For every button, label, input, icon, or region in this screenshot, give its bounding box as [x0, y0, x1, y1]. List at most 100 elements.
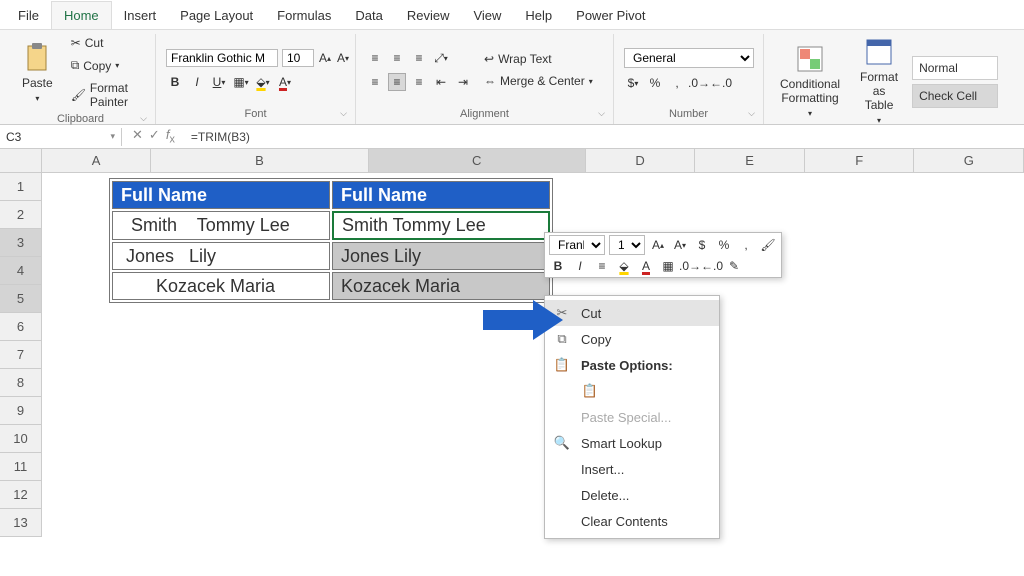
- number-format-combo[interactable]: General: [624, 48, 754, 68]
- table-cell[interactable]: Kozacek Maria: [332, 272, 550, 300]
- mini-inc-decimal[interactable]: .0→: [681, 257, 699, 275]
- ctx-smart-lookup[interactable]: 🔍Smart Lookup: [545, 430, 719, 456]
- ctx-copy[interactable]: ⧉Copy: [545, 326, 719, 352]
- align-bottom-button[interactable]: ≡: [410, 49, 428, 67]
- row-10[interactable]: 10: [0, 425, 42, 453]
- col-b[interactable]: B: [151, 149, 368, 173]
- row-13[interactable]: 13: [0, 509, 42, 537]
- paste-button[interactable]: Paste ▾: [16, 38, 59, 107]
- mini-borders[interactable]: ▦: [659, 257, 677, 275]
- format-as-table-button[interactable]: Format as Table▾: [854, 34, 904, 129]
- align-left-button[interactable]: ≡: [366, 73, 384, 91]
- comma-button[interactable]: ,: [668, 74, 686, 92]
- mini-decrease-font[interactable]: A▾: [671, 236, 689, 254]
- row-11[interactable]: 11: [0, 453, 42, 481]
- borders-button[interactable]: ▦▾: [232, 73, 250, 91]
- align-right-button[interactable]: ≡: [410, 73, 428, 91]
- col-c[interactable]: C: [369, 149, 586, 173]
- font-size-combo[interactable]: [282, 49, 314, 67]
- mini-bold[interactable]: B: [549, 257, 567, 275]
- conditional-formatting-button[interactable]: Conditional Formatting▾: [774, 41, 846, 122]
- row-4[interactable]: 4: [0, 257, 42, 285]
- align-middle-button[interactable]: ≡: [388, 49, 406, 67]
- col-g[interactable]: G: [914, 149, 1024, 173]
- inc-decimal-button[interactable]: .0→: [690, 74, 708, 92]
- cancel-formula-button[interactable]: ✕: [132, 127, 143, 146]
- col-e[interactable]: E: [695, 149, 805, 173]
- fx-button[interactable]: fx: [166, 127, 175, 146]
- mini-currency[interactable]: $: [693, 236, 711, 254]
- tab-power-pivot[interactable]: Power Pivot: [564, 2, 657, 29]
- increase-indent-button[interactable]: ⇥: [454, 73, 472, 91]
- bold-button[interactable]: B: [166, 73, 184, 91]
- row-9[interactable]: 9: [0, 397, 42, 425]
- tab-page-layout[interactable]: Page Layout: [168, 2, 265, 29]
- name-box[interactable]: C3▾: [0, 128, 122, 146]
- mini-italic[interactable]: I: [571, 257, 589, 275]
- decrease-indent-button[interactable]: ⇤: [432, 73, 450, 91]
- row-2[interactable]: 2: [0, 201, 42, 229]
- percent-button[interactable]: %: [646, 74, 664, 92]
- currency-button[interactable]: $▾: [624, 74, 642, 92]
- row-3[interactable]: 3: [0, 229, 42, 257]
- row-7[interactable]: 7: [0, 341, 42, 369]
- spreadsheet-grid[interactable]: A B C D E F G 12345678910111213 Full Nam…: [0, 149, 1024, 173]
- col-f[interactable]: F: [805, 149, 915, 173]
- mini-font-color[interactable]: A: [637, 257, 655, 275]
- formula-input[interactable]: =TRIM(B3): [185, 128, 1024, 146]
- tab-file[interactable]: File: [6, 2, 51, 29]
- tab-formulas[interactable]: Formulas: [265, 2, 343, 29]
- table-header[interactable]: Full Name: [332, 181, 550, 209]
- increase-font-button[interactable]: A▴: [318, 49, 332, 67]
- tab-view[interactable]: View: [461, 2, 513, 29]
- mini-format-painter[interactable]: ✎: [725, 257, 743, 275]
- mini-dec-decimal[interactable]: ←.0: [703, 257, 721, 275]
- ctx-cut[interactable]: ✂Cut: [545, 300, 719, 326]
- align-top-button[interactable]: ≡: [366, 49, 384, 67]
- select-all-corner[interactable]: [0, 149, 42, 173]
- mini-fill-color[interactable]: ⬙: [615, 257, 633, 275]
- ctx-insert[interactable]: Insert...: [545, 456, 719, 482]
- mini-increase-font[interactable]: A▴: [649, 236, 667, 254]
- cut-button[interactable]: ✂Cut: [67, 34, 145, 52]
- mini-percent[interactable]: %: [715, 236, 733, 254]
- dec-decimal-button[interactable]: ←.0: [712, 74, 730, 92]
- font-name-combo[interactable]: [166, 49, 278, 67]
- tab-home[interactable]: Home: [51, 1, 112, 29]
- ctx-clear-contents[interactable]: Clear Contents: [545, 508, 719, 534]
- underline-button[interactable]: U▾: [210, 73, 228, 91]
- font-color-button[interactable]: A▾: [276, 73, 294, 91]
- table-cell[interactable]: Jones Lily: [332, 242, 550, 270]
- table-cell[interactable]: Kozacek Maria: [112, 272, 330, 300]
- table-cell[interactable]: Jones Lily: [112, 242, 330, 270]
- col-d[interactable]: D: [586, 149, 696, 173]
- mini-comma[interactable]: ,: [737, 236, 755, 254]
- style-check-cell[interactable]: Check Cell: [912, 84, 998, 108]
- row-8[interactable]: 8: [0, 369, 42, 397]
- table-header[interactable]: Full Name: [112, 181, 330, 209]
- tab-data[interactable]: Data: [343, 2, 394, 29]
- align-center-button[interactable]: ≡: [388, 73, 406, 91]
- tab-review[interactable]: Review: [395, 2, 462, 29]
- wrap-text-button[interactable]: ↩Wrap Text: [480, 50, 597, 68]
- copy-button[interactable]: ⧉Copy▾: [67, 56, 145, 75]
- merge-center-button[interactable]: ⇔Merge & Center▾: [480, 72, 597, 90]
- orientation-button[interactable]: ⤢▾: [432, 49, 450, 67]
- col-a[interactable]: A: [42, 149, 152, 173]
- table-cell[interactable]: Smith Tommy Lee: [112, 211, 330, 240]
- style-normal[interactable]: Normal: [912, 56, 998, 80]
- format-painter-button[interactable]: 🖌Format Painter: [67, 79, 145, 111]
- decrease-font-button[interactable]: A▾: [336, 49, 350, 67]
- row-5[interactable]: 5: [0, 285, 42, 313]
- tab-help[interactable]: Help: [513, 2, 564, 29]
- mini-size-combo[interactable]: 10: [609, 235, 645, 255]
- italic-button[interactable]: I: [188, 73, 206, 91]
- row-1[interactable]: 1: [0, 173, 42, 201]
- accept-formula-button[interactable]: ✓: [149, 127, 160, 146]
- table-cell[interactable]: Smith Tommy Lee: [332, 211, 550, 240]
- row-6[interactable]: 6: [0, 313, 42, 341]
- mini-brush-icon[interactable]: 🖌: [759, 236, 777, 254]
- row-12[interactable]: 12: [0, 481, 42, 509]
- mini-font-combo[interactable]: Franklin: [549, 235, 605, 255]
- fill-color-button[interactable]: ⬙▾: [254, 73, 272, 91]
